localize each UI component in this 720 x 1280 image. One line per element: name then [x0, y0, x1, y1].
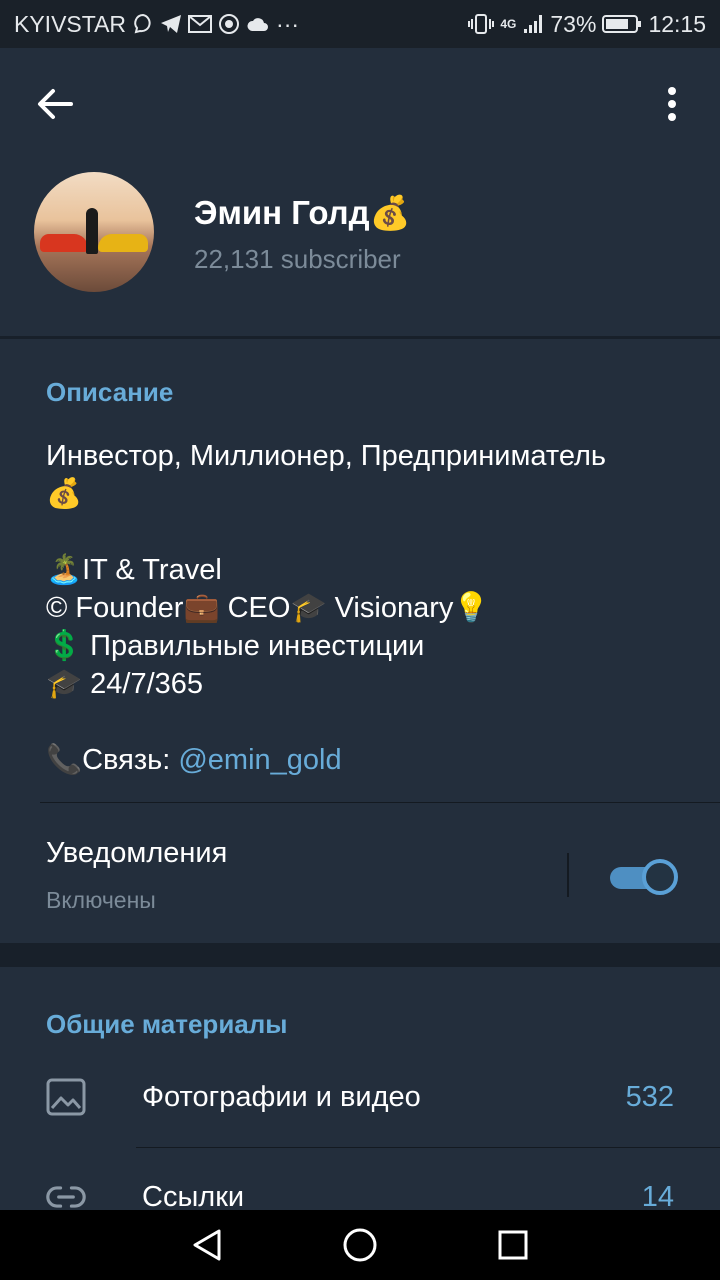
link-icon [46, 1177, 86, 1210]
status-right: 4G 73% 12:15 [468, 11, 706, 38]
clock: 12:15 [648, 10, 706, 37]
media-label: Ссылки [142, 1181, 245, 1210]
chrome-icon [218, 13, 240, 35]
avatar-person [86, 208, 98, 254]
subscriber-count: 22,131 subscriber [194, 244, 401, 274]
battery-percent: 73% [550, 10, 597, 37]
arrow-left-icon [38, 89, 73, 119]
media-divider [136, 1147, 720, 1148]
description-line [46, 703, 686, 741]
shared-media-title: Общие материалы [46, 1009, 288, 1039]
media-row-links[interactable]: Ссылки 14 [0, 1161, 720, 1210]
toggle-knob [642, 859, 678, 895]
profile-header: Эмин Голд💰 22,131 subscriber [0, 48, 720, 336]
contact-line: 📞Связь: @emin_gold [46, 741, 686, 779]
media-label: Фотографии и видео [142, 1081, 421, 1113]
description-line: 🏝️IT & Travel [46, 554, 222, 586]
avatar-yellow-car [98, 234, 148, 252]
description-line: © Founder💼 CEO🎓 Visionary💡 [46, 592, 490, 624]
description-line: 💰 [46, 478, 83, 510]
telegram-icon [160, 14, 182, 34]
notifications-toggle[interactable] [610, 859, 678, 895]
triangle-back-icon [193, 1229, 221, 1261]
row-divider [40, 802, 720, 803]
gmail-icon [188, 15, 213, 33]
contact-prefix: 📞Связь: [46, 744, 179, 776]
status-left: KYIVSTAR ··· [14, 11, 299, 38]
carrier-label: KYIVSTAR [14, 10, 127, 37]
viber-icon [132, 13, 154, 35]
media-count: 532 [625, 1081, 674, 1113]
media-row-photos[interactable]: Фотографии и видео 532 [0, 1059, 720, 1139]
nav-back-button[interactable] [177, 1215, 237, 1275]
shared-media-card: Общие материалы Фотографии и видео 532 С… [0, 967, 720, 1210]
system-nav-bar [0, 1210, 720, 1280]
description-text[interactable]: Инвестор, Миллионер, Предприниматель 💰 🏝… [46, 437, 686, 779]
description-line: Инвестор, Миллионер, Предприниматель [46, 440, 607, 472]
status-bar: KYIVSTAR ··· 4G 73% 12:15 [0, 0, 720, 48]
more-notifications: ··· [276, 10, 300, 37]
channel-name: Эмин Голд💰 [194, 194, 411, 231]
notifications-label[interactable]: Уведомления [46, 837, 227, 870]
description-title: Описание [46, 377, 174, 407]
description-line [46, 513, 686, 551]
more-options-button[interactable] [650, 80, 694, 128]
square-recents-icon [498, 1230, 528, 1260]
avatar[interactable] [34, 172, 154, 292]
photo-icon [46, 1077, 86, 1117]
avatar-red-car [40, 234, 88, 252]
description-line: 🎓 24/7/365 [46, 668, 204, 700]
info-card: Описание Инвестор, Миллионер, Предприним… [0, 339, 720, 943]
battery-icon [602, 14, 642, 34]
vibrate-icon [468, 13, 495, 35]
nav-home-button[interactable] [330, 1215, 390, 1275]
signal-icon [522, 13, 544, 35]
vertical-divider [567, 853, 569, 897]
cloud-icon [246, 16, 270, 32]
section-gap [0, 943, 720, 967]
nav-recents-button[interactable] [483, 1215, 543, 1275]
network-type: 4G [500, 17, 517, 31]
back-button[interactable] [30, 84, 80, 124]
description-line: 💲 Правильные инвестиции [46, 630, 425, 662]
more-vertical-icon [668, 87, 676, 121]
contact-username-link[interactable]: @emin_gold [178, 744, 341, 776]
circle-home-icon [343, 1228, 377, 1262]
notifications-status: Включены [46, 887, 156, 913]
media-count: 14 [641, 1181, 674, 1210]
